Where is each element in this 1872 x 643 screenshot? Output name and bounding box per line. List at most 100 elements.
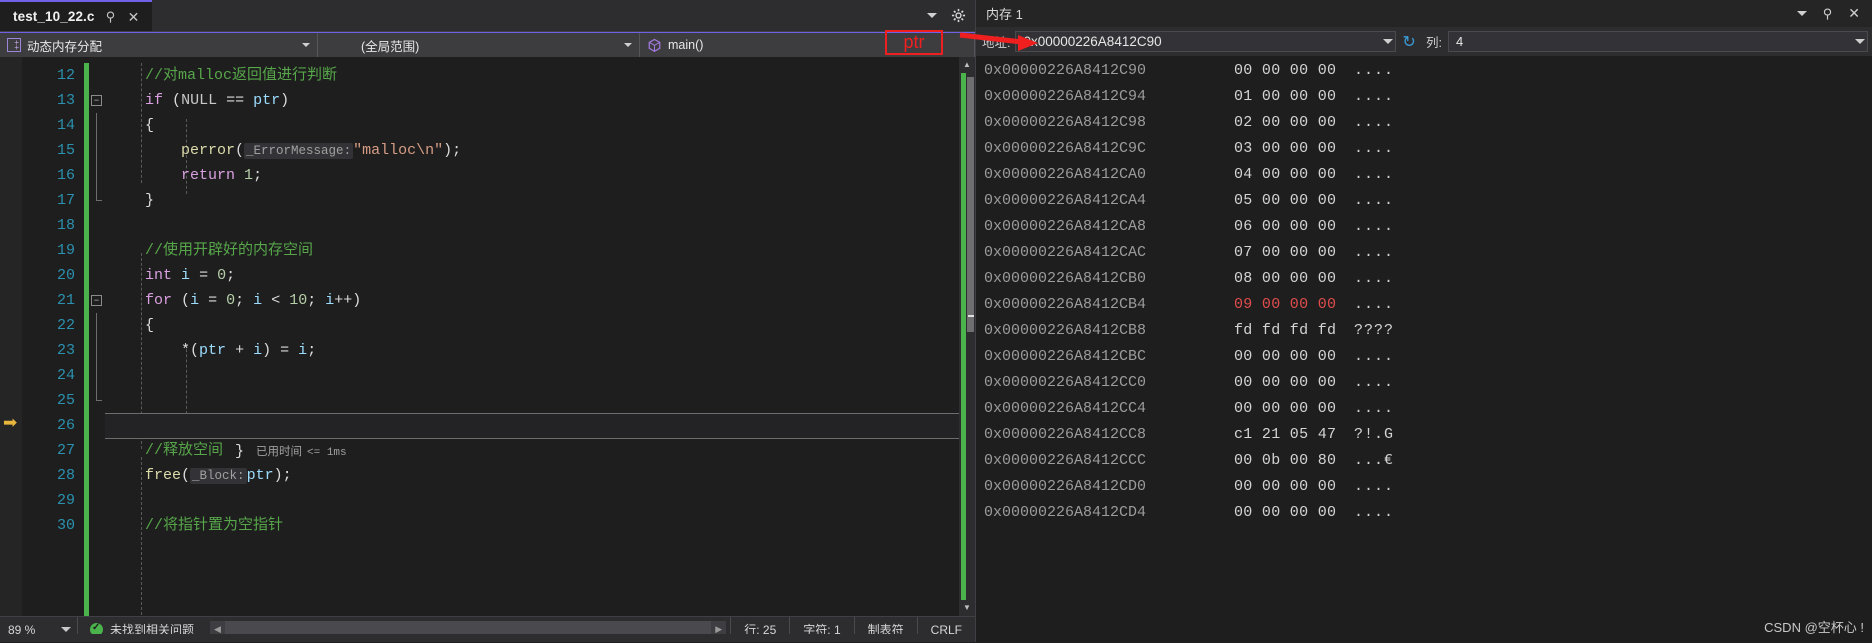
close-icon[interactable]: ✕ bbox=[1848, 5, 1860, 22]
line-number: 30 bbox=[56, 517, 75, 534]
memory-row-ascii: ???? bbox=[1354, 322, 1395, 339]
chevron-down-icon[interactable] bbox=[1383, 39, 1394, 44]
memory-row[interactable]: 0x00000226A8412C90 00 00 00 00.... bbox=[976, 58, 1872, 84]
code-line: *(ptr + i) = i; bbox=[181, 342, 317, 359]
chevron-down-icon[interactable] bbox=[302, 43, 310, 47]
memory-row[interactable]: 0x00000226A8412CD4 00 00 00 00.... bbox=[976, 500, 1872, 526]
memory-row-ascii: .... bbox=[1354, 374, 1395, 391]
line-number: 15 bbox=[56, 142, 75, 159]
memory-row-ascii: .... bbox=[1354, 504, 1395, 521]
fold-cell bbox=[89, 238, 105, 263]
code-line: { bbox=[145, 117, 155, 134]
chevron-down-icon[interactable] bbox=[1855, 39, 1865, 44]
fold-collapse-icon[interactable]: − bbox=[91, 295, 102, 306]
memory-row-address: 0x00000226A8412CD0 bbox=[984, 478, 1147, 495]
chevron-down-icon[interactable] bbox=[927, 13, 937, 18]
memory-row-address: 0x00000226A8412CA4 bbox=[984, 192, 1147, 209]
memory-row[interactable]: 0x00000226A8412C94 01 00 00 00.... bbox=[976, 84, 1872, 110]
memory-dump-list[interactable]: 0x00000226A8412C90 00 00 00 00.... 0x00000… bbox=[976, 56, 1872, 642]
memory-row[interactable]: 0x00000226A8412CC4 00 00 00 00.... bbox=[976, 396, 1872, 422]
fold-cell bbox=[89, 63, 105, 88]
line-number: 13 bbox=[56, 92, 75, 109]
fold-guide bbox=[96, 163, 97, 188]
memory-row[interactable]: 0x00000226A8412CBC 00 00 00 00.... bbox=[976, 344, 1872, 370]
fold-cell bbox=[89, 438, 105, 463]
memory-row[interactable]: 0x00000226A8412CAC 07 00 00 00.... bbox=[976, 240, 1872, 266]
pin-icon[interactable]: ⚲ bbox=[104, 10, 118, 23]
memory-row[interactable]: 0x00000226A8412CA0 04 00 00 00.... bbox=[976, 162, 1872, 188]
chevron-down-icon[interactable] bbox=[624, 43, 632, 47]
memory-row[interactable]: 0x00000226A8412CB8 fd fd fd fd???? bbox=[976, 318, 1872, 344]
memory-row-ascii: ?!.G bbox=[1354, 426, 1395, 443]
memory-row-hex: 00 00 00 00 bbox=[1234, 504, 1337, 521]
memory-row-address: 0x00000226A8412CBC bbox=[984, 348, 1147, 365]
memory-row[interactable]: 0x00000226A8412CB4 09 00 00 00.... bbox=[976, 292, 1872, 318]
memory-row-ascii: .... bbox=[1354, 88, 1395, 105]
memory-row-address: 0x00000226A8412CC8 bbox=[984, 426, 1147, 443]
change-track-marks bbox=[961, 73, 966, 600]
memory-columns-input[interactable]: 4 bbox=[1448, 31, 1868, 52]
fold-guide bbox=[96, 338, 97, 363]
code-line: } bbox=[145, 192, 155, 209]
fold-cell bbox=[89, 138, 105, 163]
chevron-down-icon[interactable] bbox=[1796, 11, 1807, 16]
tab-test-10-22-c[interactable]: test_10_22.c ⚲ ✕ bbox=[0, 0, 152, 31]
gear-icon[interactable] bbox=[951, 8, 966, 23]
code-folding-column[interactable]: − − bbox=[89, 57, 105, 616]
memory-row[interactable]: 0x00000226A8412CCC 00 0b 00 80 ...€ bbox=[976, 448, 1872, 474]
navbar-scope-dropdown[interactable]: (全局范围) bbox=[318, 33, 640, 57]
fold-cell bbox=[89, 413, 105, 438]
fold-cell bbox=[89, 213, 105, 238]
navbar-project-dropdown[interactable]: 动态内存分配 bbox=[0, 33, 318, 57]
elapsed-time-value: <= 1ms bbox=[307, 447, 347, 459]
memory-row-address: 0x00000226A8412CAC bbox=[984, 244, 1147, 261]
close-icon[interactable]: ✕ bbox=[127, 10, 141, 24]
editor-vertical-scrollbar[interactable]: ▲ ▼ bbox=[959, 57, 975, 616]
memory-row-ascii: .... bbox=[1354, 270, 1395, 287]
fold-cell bbox=[89, 513, 105, 538]
pin-icon[interactable]: ⚲ bbox=[1823, 6, 1833, 22]
memory-row-address: 0x00000226A8412CA0 bbox=[984, 166, 1147, 183]
memory-row-address: 0x00000226A8412CD4 bbox=[984, 504, 1147, 521]
code-line: return 1; bbox=[181, 167, 263, 184]
memory-row[interactable]: 0x00000226A8412CA8 06 00 00 00.... bbox=[976, 214, 1872, 240]
memory-row-hex: 00 00 00 00 bbox=[1234, 374, 1337, 391]
memory-row[interactable]: 0x00000226A8412C9C 03 00 00 00.... bbox=[976, 136, 1872, 162]
code-line: //对malloc返回值进行判断 bbox=[145, 67, 338, 84]
memory-window-controls: ⚲ ✕ bbox=[1796, 5, 1864, 22]
memory-row[interactable]: 0x00000226A8412CA4 05 00 00 00.... bbox=[976, 188, 1872, 214]
memory-row-hex: 00 00 00 00 bbox=[1234, 478, 1337, 495]
line-number: 12 bbox=[56, 67, 75, 84]
memory-row-address: 0x00000226A8412CB4 bbox=[984, 296, 1147, 313]
memory-row[interactable]: 0x00000226A8412CB0 08 00 00 00.... bbox=[976, 266, 1872, 292]
fold-guide bbox=[96, 313, 97, 338]
memory-row[interactable]: 0x00000226A8412C98 02 00 00 00.... bbox=[976, 110, 1872, 136]
breakpoint-gutter[interactable]: ➡ bbox=[0, 57, 22, 616]
scroll-up-icon[interactable]: ▲ bbox=[959, 57, 975, 73]
fold-cell[interactable]: − bbox=[89, 88, 105, 113]
code-lines: //对malloc返回值进行判断 if (NULL == ptr) { perr… bbox=[105, 63, 959, 538]
code-text-area[interactable]: //对malloc返回值进行判断 if (NULL == ptr) { perr… bbox=[105, 57, 959, 616]
ptr-annotation-box: ptr bbox=[885, 30, 943, 55]
memory-row[interactable]: 0x00000226A8412CC8 c1 21 05 47 ?!.G bbox=[976, 422, 1872, 448]
scrollbar-thumb[interactable] bbox=[967, 77, 974, 332]
chevron-down-icon[interactable] bbox=[61, 627, 71, 632]
code-line: if (NULL == ptr) bbox=[145, 92, 290, 109]
memory-address-input[interactable]: 0x00000226A8412C90 bbox=[1015, 31, 1397, 52]
line-number: 16 bbox=[56, 167, 75, 184]
memory-row-ascii: .... bbox=[1354, 166, 1395, 183]
fold-cell bbox=[89, 363, 105, 388]
memory-row[interactable]: 0x00000226A8412CC0 00 00 00 00.... bbox=[976, 370, 1872, 396]
scroll-down-icon[interactable]: ▼ bbox=[959, 600, 975, 616]
method-cube-icon bbox=[647, 38, 662, 53]
memory-row[interactable]: 0x00000226A8412CD0 00 00 00 00.... bbox=[976, 474, 1872, 500]
refresh-icon[interactable]: ↻ bbox=[1396, 32, 1422, 52]
memory-window-title: 内存 1 bbox=[986, 7, 1023, 22]
fold-collapse-icon[interactable]: − bbox=[91, 95, 102, 106]
fold-cell[interactable]: − bbox=[89, 288, 105, 313]
memory-row-hex: 08 00 00 00 bbox=[1234, 270, 1337, 287]
memory-row-hex: fd fd fd fd bbox=[1234, 322, 1337, 339]
fold-cell bbox=[89, 463, 105, 488]
memory-address-value: 0x00000226A8412C90 bbox=[1023, 34, 1162, 49]
